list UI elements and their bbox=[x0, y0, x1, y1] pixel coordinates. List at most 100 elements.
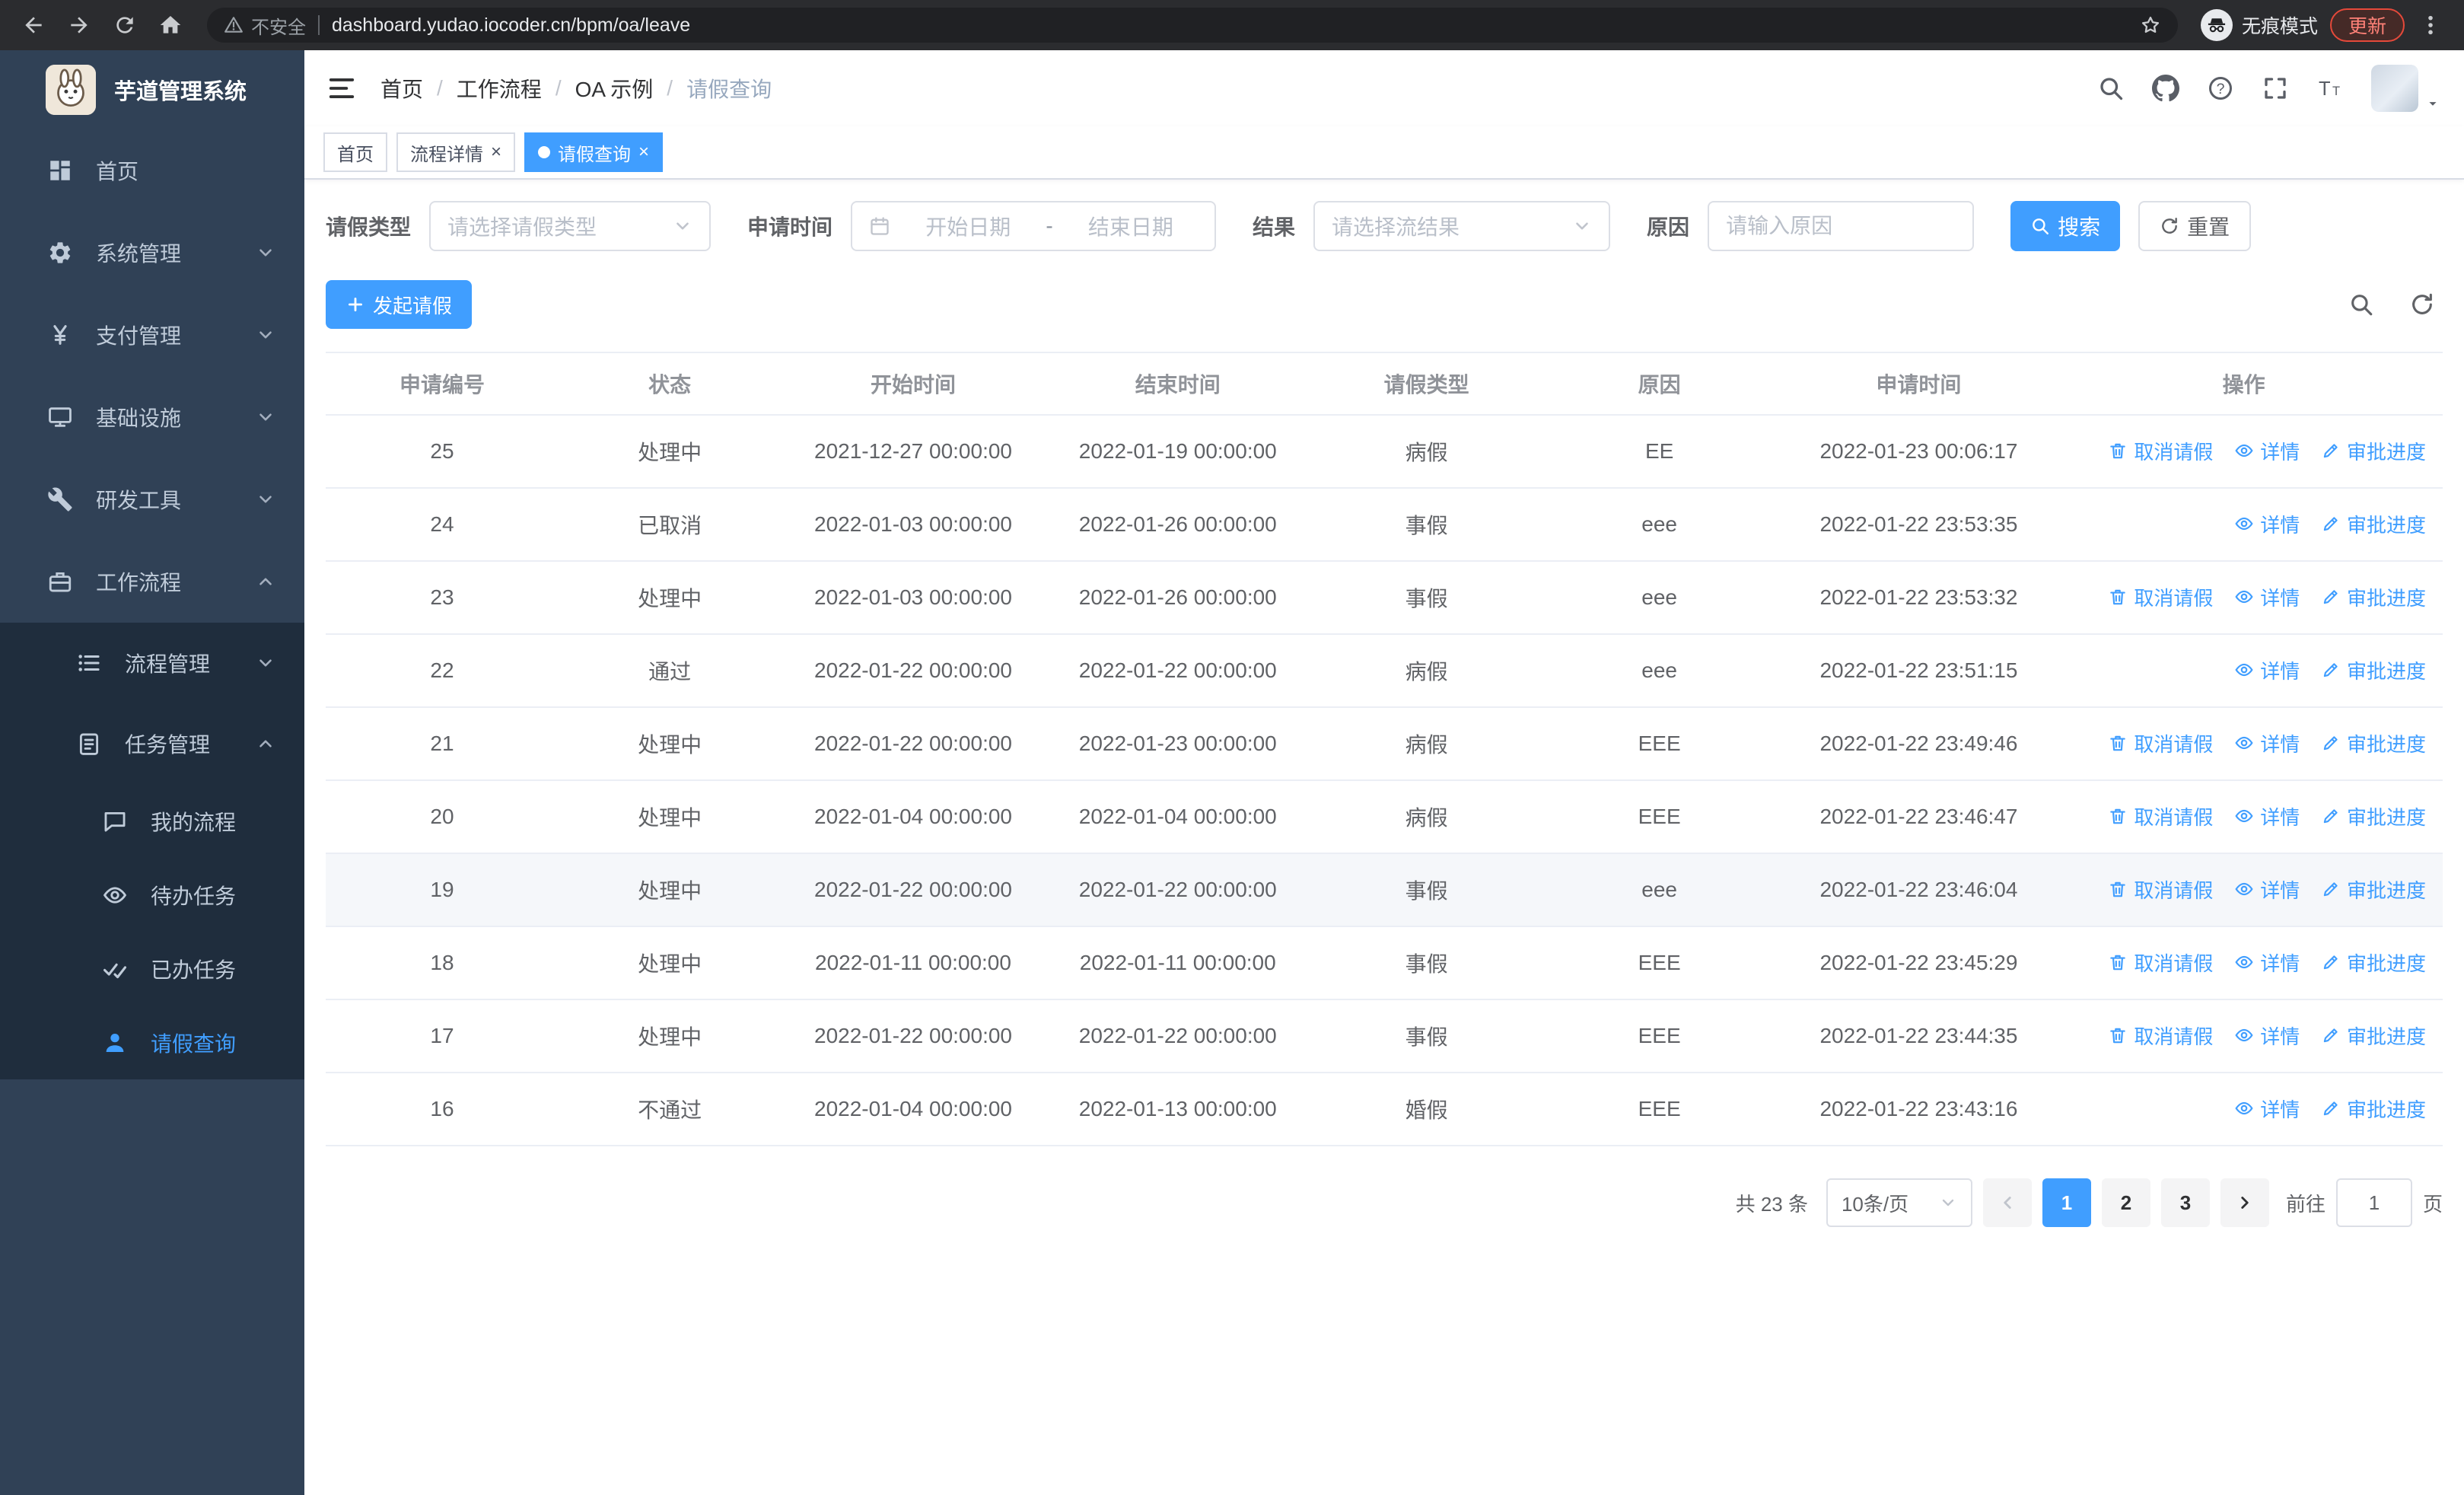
approval-progress-link[interactable]: 审批进度 bbox=[2321, 1022, 2426, 1050]
approval-progress-link[interactable]: 审批进度 bbox=[2321, 510, 2426, 538]
cancel-leave-link[interactable]: 取消请假 bbox=[2108, 583, 2213, 611]
github-icon[interactable] bbox=[2152, 75, 2179, 102]
reset-button[interactable]: 重置 bbox=[2138, 201, 2252, 251]
cancel-leave-link[interactable]: 取消请假 bbox=[2108, 948, 2213, 977]
approval-progress-link[interactable]: 审批进度 bbox=[2321, 656, 2426, 684]
font-size-icon[interactable] bbox=[2316, 75, 2344, 102]
page-button-1[interactable]: 1 bbox=[2042, 1178, 2091, 1227]
page-button-3[interactable]: 3 bbox=[2160, 1178, 2210, 1227]
sidebar-item-home[interactable]: 首页 bbox=[0, 129, 304, 212]
date-range-picker[interactable]: 开始日期 - 结束日期 bbox=[851, 201, 1217, 251]
approval-progress-link[interactable]: 审批进度 bbox=[2321, 948, 2426, 977]
detail-link[interactable]: 详情 bbox=[2234, 948, 2300, 977]
cell-reason: EEE bbox=[1542, 999, 1776, 1073]
approval-progress-link[interactable]: 审批进度 bbox=[2321, 583, 2426, 611]
browser-update-button[interactable]: 更新 bbox=[2329, 8, 2405, 42]
leave-type-select[interactable]: 请选择请假类型 bbox=[429, 201, 712, 251]
eye-icon bbox=[2234, 441, 2254, 461]
approval-progress-link[interactable]: 审批进度 bbox=[2321, 729, 2426, 757]
sidebar-item-system-mgmt[interactable]: 系统管理 bbox=[0, 212, 304, 294]
approval-progress-link[interactable]: 审批进度 bbox=[2321, 437, 2426, 465]
sidebar-item-my-process[interactable]: 我的流程 bbox=[0, 784, 304, 858]
tab-leave-query[interactable]: 请假查询 × bbox=[524, 132, 664, 172]
breadcrumb-item[interactable]: 首页 bbox=[380, 73, 423, 104]
help-icon[interactable] bbox=[2207, 75, 2234, 102]
sidebar-item-todo-tasks[interactable]: 待办任务 bbox=[0, 858, 304, 932]
edit-icon bbox=[2321, 806, 2341, 826]
close-icon[interactable]: × bbox=[638, 143, 649, 161]
trash-icon bbox=[2108, 806, 2128, 826]
table-row: 21 处理中 2022-01-22 00:00:00 2022-01-23 00… bbox=[326, 707, 2443, 781]
browser-forward-button[interactable] bbox=[59, 5, 99, 45]
create-leave-button[interactable]: 发起请假 bbox=[326, 280, 473, 329]
approval-progress-label: 审批进度 bbox=[2346, 732, 2426, 756]
filter-apply-time: 申请时间 开始日期 - 结束日期 bbox=[747, 201, 1217, 251]
sidebar-item-done-tasks[interactable]: 已办任务 bbox=[0, 932, 304, 1006]
cancel-leave-link[interactable]: 取消请假 bbox=[2108, 875, 2213, 904]
sidebar-item-process-mgmt[interactable]: 流程管理 bbox=[0, 623, 304, 703]
page-button-2[interactable]: 2 bbox=[2101, 1178, 2150, 1227]
browser-home-button[interactable] bbox=[151, 5, 190, 45]
user-menu[interactable] bbox=[2371, 65, 2441, 112]
omnibox-divider bbox=[318, 15, 320, 35]
chat-icon bbox=[102, 808, 128, 834]
incognito-icon bbox=[2200, 9, 2233, 41]
cancel-leave-link[interactable]: 取消请假 bbox=[2108, 729, 2213, 757]
sidebar-item-label: 系统管理 bbox=[96, 242, 182, 266]
prev-page-button[interactable] bbox=[1982, 1178, 2032, 1227]
reason-label: 原因 bbox=[1647, 215, 1690, 239]
detail-link[interactable]: 详情 bbox=[2234, 875, 2300, 904]
detail-link[interactable]: 详情 bbox=[2234, 729, 2300, 757]
detail-link[interactable]: 详情 bbox=[2234, 1095, 2300, 1123]
sidebar-item-payment-mgmt[interactable]: 支付管理 bbox=[0, 294, 304, 376]
cancel-leave-link[interactable]: 取消请假 bbox=[2108, 437, 2213, 465]
cancel-leave-link[interactable]: 取消请假 bbox=[2108, 802, 2213, 830]
incognito-label: 无痕模式 bbox=[2241, 16, 2318, 37]
trash-icon bbox=[2108, 1025, 2128, 1045]
approval-progress-link[interactable]: 审批进度 bbox=[2321, 802, 2426, 830]
detail-link[interactable]: 详情 bbox=[2234, 802, 2300, 830]
refresh-table-icon[interactable] bbox=[2409, 292, 2435, 317]
detail-link[interactable]: 详情 bbox=[2234, 1022, 2300, 1050]
cancel-leave-link[interactable]: 取消请假 bbox=[2108, 1022, 2213, 1050]
browser-reload-button[interactable] bbox=[105, 5, 145, 45]
result-select[interactable]: 请选择流结果 bbox=[1313, 201, 1611, 251]
goto-page-input[interactable] bbox=[2335, 1178, 2412, 1227]
breadcrumb-item[interactable]: 工作流程 bbox=[457, 73, 542, 104]
close-icon[interactable]: × bbox=[491, 143, 501, 161]
approval-progress-link[interactable]: 审批进度 bbox=[2321, 875, 2426, 904]
reason-input[interactable] bbox=[1708, 201, 1975, 251]
detail-link[interactable]: 详情 bbox=[2234, 583, 2300, 611]
sidebar-item-workflow[interactable]: 工作流程 bbox=[0, 540, 304, 623]
address-bar[interactable]: 不安全 dashboard.yudao.iocoder.cn/bpm/oa/le… bbox=[207, 8, 2178, 43]
sidebar-item-task-mgmt[interactable]: 任务管理 bbox=[0, 703, 304, 784]
table-row: 18 处理中 2022-01-11 00:00:00 2022-01-11 00… bbox=[326, 926, 2443, 1000]
security-badge[interactable]: 不安全 bbox=[224, 12, 306, 39]
cell-apply-id: 24 bbox=[326, 488, 559, 562]
browser-menu-button[interactable] bbox=[2411, 5, 2450, 45]
approval-progress-label: 审批进度 bbox=[2346, 513, 2426, 537]
sidebar-item-leave-query[interactable]: 请假查询 bbox=[0, 1006, 304, 1079]
app-logo[interactable]: 芋道管理系统 bbox=[0, 50, 304, 129]
detail-link[interactable]: 详情 bbox=[2234, 656, 2300, 684]
sidebar-item-label: 我的流程 bbox=[151, 810, 237, 834]
detail-link[interactable]: 详情 bbox=[2234, 437, 2300, 465]
sidebar-item-dev-tools[interactable]: 研发工具 bbox=[0, 458, 304, 540]
tab-home[interactable]: 首页 bbox=[323, 132, 387, 172]
tab-process-detail[interactable]: 流程详情 × bbox=[396, 132, 516, 172]
browser-back-button[interactable] bbox=[14, 5, 53, 45]
fullscreen-icon[interactable] bbox=[2262, 75, 2289, 102]
sidebar-toggle-button[interactable] bbox=[327, 74, 356, 103]
column-header: 原因 bbox=[1542, 352, 1776, 416]
toggle-search-icon[interactable] bbox=[2348, 292, 2374, 317]
detail-link[interactable]: 详情 bbox=[2234, 510, 2300, 538]
approval-progress-link[interactable]: 审批进度 bbox=[2321, 1095, 2426, 1123]
search-button[interactable]: 搜索 bbox=[2010, 201, 2121, 251]
breadcrumb-item[interactable]: OA 示例 bbox=[575, 73, 654, 104]
sidebar-item-infrastructure[interactable]: 基础设施 bbox=[0, 376, 304, 458]
cell-start-time: 2022-01-22 00:00:00 bbox=[781, 853, 1046, 927]
search-icon[interactable] bbox=[2097, 75, 2125, 102]
next-page-button[interactable] bbox=[2220, 1178, 2269, 1227]
page-size-select[interactable]: 10条/页 bbox=[1826, 1178, 1972, 1227]
bookmark-star-button[interactable] bbox=[2140, 14, 2161, 36]
